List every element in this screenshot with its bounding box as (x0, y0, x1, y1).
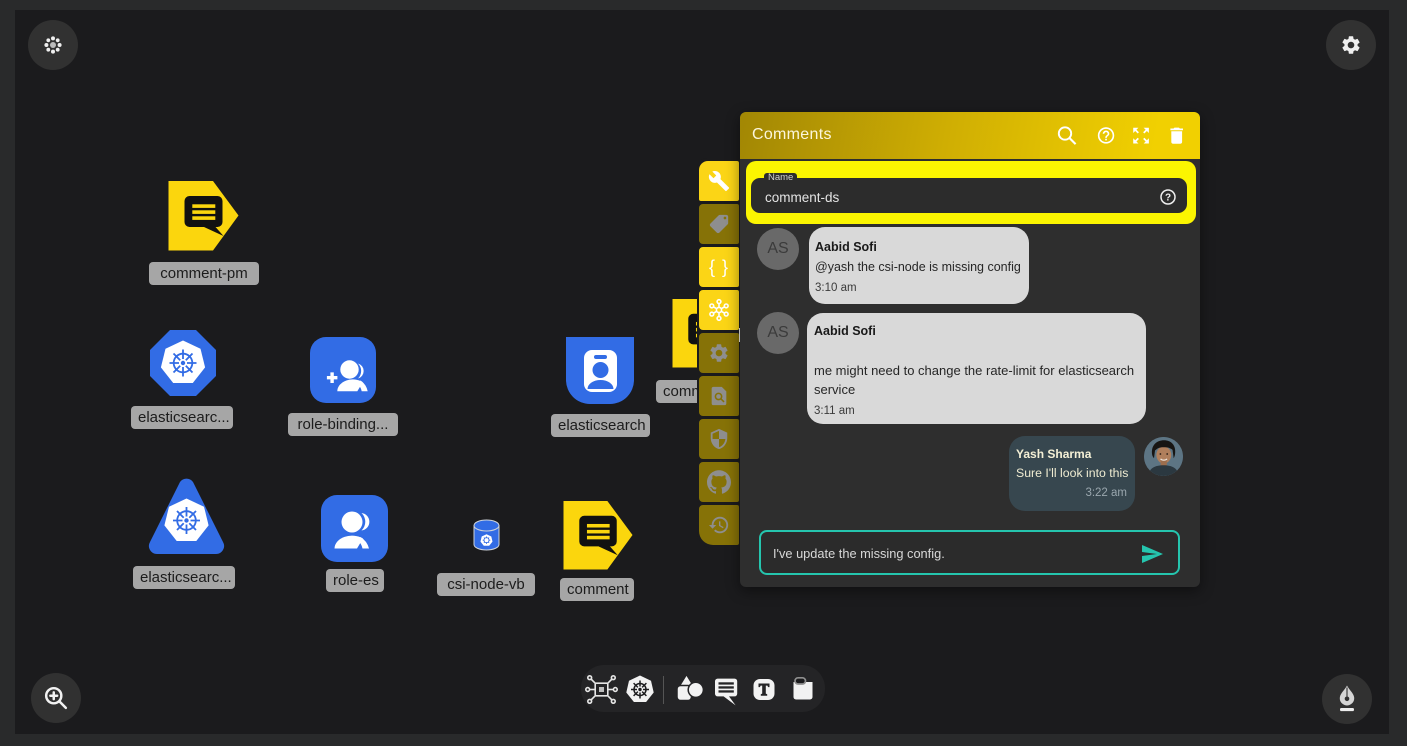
svg-text:?: ? (1165, 193, 1171, 204)
